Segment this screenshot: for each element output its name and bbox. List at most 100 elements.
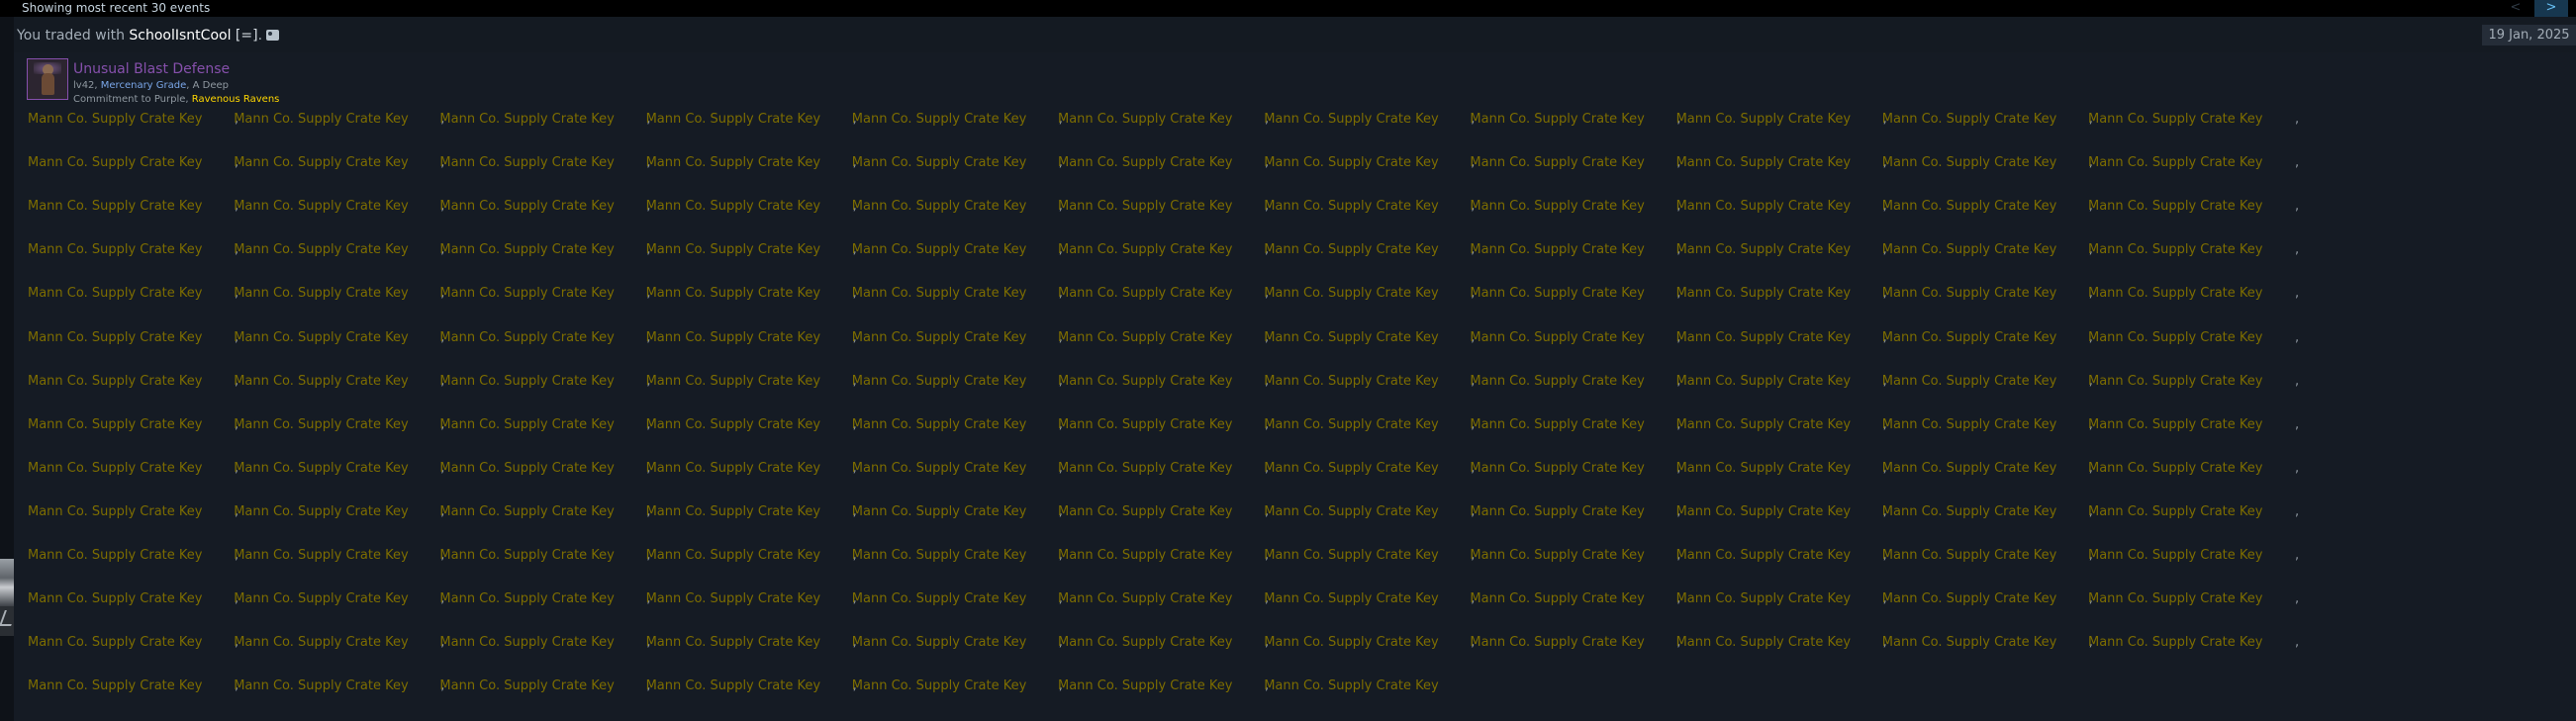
item-link-supply-crate-key[interactable]: Mann Co. Supply Crate Key xyxy=(439,504,614,520)
item-link-supply-crate-key[interactable]: Mann Co. Supply Crate Key xyxy=(1882,461,2056,477)
item-link-supply-crate-key[interactable]: Mann Co. Supply Crate Key xyxy=(2088,374,2262,390)
item-link-supply-crate-key[interactable]: Mann Co. Supply Crate Key xyxy=(852,635,1026,651)
item-link-supply-crate-key[interactable]: Mann Co. Supply Crate Key xyxy=(2088,591,2262,607)
item-link-supply-crate-key[interactable]: Mann Co. Supply Crate Key xyxy=(1882,155,2056,171)
item-link-supply-crate-key[interactable]: Mann Co. Supply Crate Key xyxy=(1882,548,2056,564)
item-link-supply-crate-key[interactable]: Mann Co. Supply Crate Key xyxy=(1676,461,1851,477)
item-link-supply-crate-key[interactable]: Mann Co. Supply Crate Key xyxy=(234,374,408,390)
item-link-supply-crate-key[interactable]: Mann Co. Supply Crate Key xyxy=(2088,155,2262,171)
item-link-supply-crate-key[interactable]: Mann Co. Supply Crate Key xyxy=(1470,242,1644,258)
item-link-supply-crate-key[interactable]: Mann Co. Supply Crate Key xyxy=(1058,461,1232,477)
item-link-supply-crate-key[interactable]: Mann Co. Supply Crate Key xyxy=(234,461,408,477)
item-link-supply-crate-key[interactable]: Mann Co. Supply Crate Key xyxy=(1264,678,1438,694)
item-link-supply-crate-key[interactable]: Mann Co. Supply Crate Key xyxy=(2088,504,2262,520)
item-link-supply-crate-key[interactable]: Mann Co. Supply Crate Key xyxy=(1264,242,1438,258)
item-link-supply-crate-key[interactable]: Mann Co. Supply Crate Key xyxy=(439,461,614,477)
item-link-supply-crate-key[interactable]: Mann Co. Supply Crate Key xyxy=(1882,242,2056,258)
item-link-supply-crate-key[interactable]: Mann Co. Supply Crate Key xyxy=(1058,417,1232,433)
item-name-link[interactable]: Unusual Blast Defense xyxy=(73,61,230,77)
item-link-supply-crate-key[interactable]: Mann Co. Supply Crate Key xyxy=(1676,199,1851,215)
item-link-supply-crate-key[interactable]: Mann Co. Supply Crate Key xyxy=(28,242,202,258)
item-link-supply-crate-key[interactable]: Mann Co. Supply Crate Key xyxy=(1058,678,1232,694)
trade-partner-link[interactable]: SchoolIsntCool xyxy=(129,28,231,44)
item-link-supply-crate-key[interactable]: Mann Co. Supply Crate Key xyxy=(1264,504,1438,520)
item-link-supply-crate-key[interactable]: Mann Co. Supply Crate Key xyxy=(646,286,820,302)
item-link-supply-crate-key[interactable]: Mann Co. Supply Crate Key xyxy=(646,678,820,694)
item-link-supply-crate-key[interactable]: Mann Co. Supply Crate Key xyxy=(852,591,1026,607)
item-link-supply-crate-key[interactable]: Mann Co. Supply Crate Key xyxy=(1676,635,1851,651)
item-link-supply-crate-key[interactable]: Mann Co. Supply Crate Key xyxy=(2088,417,2262,433)
item-link-supply-crate-key[interactable]: Mann Co. Supply Crate Key xyxy=(2088,461,2262,477)
item-link-supply-crate-key[interactable]: Mann Co. Supply Crate Key xyxy=(852,417,1026,433)
item-link-supply-crate-key[interactable]: Mann Co. Supply Crate Key xyxy=(28,199,202,215)
item-link-supply-crate-key[interactable]: Mann Co. Supply Crate Key xyxy=(1882,591,2056,607)
item-link-supply-crate-key[interactable]: Mann Co. Supply Crate Key xyxy=(439,242,614,258)
item-link-supply-crate-key[interactable]: Mann Co. Supply Crate Key xyxy=(234,199,408,215)
item-link-supply-crate-key[interactable]: Mann Co. Supply Crate Key xyxy=(646,330,820,346)
item-link-supply-crate-key[interactable]: Mann Co. Supply Crate Key xyxy=(28,155,202,171)
item-link-supply-crate-key[interactable]: Mann Co. Supply Crate Key xyxy=(1264,374,1438,390)
item-link-supply-crate-key[interactable]: Mann Co. Supply Crate Key xyxy=(1676,417,1851,433)
item-link-supply-crate-key[interactable]: Mann Co. Supply Crate Key xyxy=(1470,417,1644,433)
item-link-supply-crate-key[interactable]: Mann Co. Supply Crate Key xyxy=(28,417,202,433)
item-link-supply-crate-key[interactable]: Mann Co. Supply Crate Key xyxy=(1058,374,1232,390)
item-link-supply-crate-key[interactable]: Mann Co. Supply Crate Key xyxy=(1676,112,1851,128)
item-link-supply-crate-key[interactable]: Mann Co. Supply Crate Key xyxy=(1264,330,1438,346)
item-link-supply-crate-key[interactable]: Mann Co. Supply Crate Key xyxy=(2088,635,2262,651)
item-link-supply-crate-key[interactable]: Mann Co. Supply Crate Key xyxy=(1058,591,1232,607)
item-link-supply-crate-key[interactable]: Mann Co. Supply Crate Key xyxy=(852,504,1026,520)
item-link-supply-crate-key[interactable]: Mann Co. Supply Crate Key xyxy=(1676,330,1851,346)
item-link-supply-crate-key[interactable]: Mann Co. Supply Crate Key xyxy=(234,678,408,694)
item-link-supply-crate-key[interactable]: Mann Co. Supply Crate Key xyxy=(2088,548,2262,564)
item-link-supply-crate-key[interactable]: Mann Co. Supply Crate Key xyxy=(1470,548,1644,564)
item-link-supply-crate-key[interactable]: Mann Co. Supply Crate Key xyxy=(28,374,202,390)
item-link-supply-crate-key[interactable]: Mann Co. Supply Crate Key xyxy=(439,155,614,171)
item-link-supply-crate-key[interactable]: Mann Co. Supply Crate Key xyxy=(28,635,202,651)
item-link-supply-crate-key[interactable]: Mann Co. Supply Crate Key xyxy=(1264,591,1438,607)
item-link-supply-crate-key[interactable]: Mann Co. Supply Crate Key xyxy=(646,374,820,390)
item-link-supply-crate-key[interactable]: Mann Co. Supply Crate Key xyxy=(1264,417,1438,433)
item-link-supply-crate-key[interactable]: Mann Co. Supply Crate Key xyxy=(1470,112,1644,128)
next-page-button[interactable]: > xyxy=(2534,0,2568,17)
item-link-supply-crate-key[interactable]: Mann Co. Supply Crate Key xyxy=(852,242,1026,258)
item-link-supply-crate-key[interactable]: Mann Co. Supply Crate Key xyxy=(234,591,408,607)
item-link-supply-crate-key[interactable]: Mann Co. Supply Crate Key xyxy=(439,591,614,607)
item-link-supply-crate-key[interactable]: Mann Co. Supply Crate Key xyxy=(646,155,820,171)
item-link-supply-crate-key[interactable]: Mann Co. Supply Crate Key xyxy=(234,417,408,433)
item-link-supply-crate-key[interactable]: Mann Co. Supply Crate Key xyxy=(646,635,820,651)
item-link-supply-crate-key[interactable]: Mann Co. Supply Crate Key xyxy=(1676,591,1851,607)
item-link-supply-crate-key[interactable]: Mann Co. Supply Crate Key xyxy=(2088,242,2262,258)
item-link-supply-crate-key[interactable]: Mann Co. Supply Crate Key xyxy=(1470,199,1644,215)
item-link-supply-crate-key[interactable]: Mann Co. Supply Crate Key xyxy=(1882,635,2056,651)
item-link-supply-crate-key[interactable]: Mann Co. Supply Crate Key xyxy=(1470,155,1644,171)
item-link-supply-crate-key[interactable]: Mann Co. Supply Crate Key xyxy=(852,155,1026,171)
item-link-supply-crate-key[interactable]: Mann Co. Supply Crate Key xyxy=(28,504,202,520)
item-link-supply-crate-key[interactable]: Mann Co. Supply Crate Key xyxy=(28,286,202,302)
item-link-supply-crate-key[interactable]: Mann Co. Supply Crate Key xyxy=(1264,199,1438,215)
item-link-supply-crate-key[interactable]: Mann Co. Supply Crate Key xyxy=(28,330,202,346)
item-link-supply-crate-key[interactable]: Mann Co. Supply Crate Key xyxy=(1676,242,1851,258)
item-link-supply-crate-key[interactable]: Mann Co. Supply Crate Key xyxy=(1882,330,2056,346)
item-link-supply-crate-key[interactable]: Mann Co. Supply Crate Key xyxy=(439,417,614,433)
item-link-supply-crate-key[interactable]: Mann Co. Supply Crate Key xyxy=(2088,199,2262,215)
item-link-supply-crate-key[interactable]: Mann Co. Supply Crate Key xyxy=(852,199,1026,215)
item-link-supply-crate-key[interactable]: Mann Co. Supply Crate Key xyxy=(852,374,1026,390)
item-thumbnail[interactable] xyxy=(27,58,68,100)
item-link-supply-crate-key[interactable]: Mann Co. Supply Crate Key xyxy=(234,504,408,520)
item-link-supply-crate-key[interactable]: Mann Co. Supply Crate Key xyxy=(1676,286,1851,302)
item-link-supply-crate-key[interactable]: Mann Co. Supply Crate Key xyxy=(1882,417,2056,433)
item-link-supply-crate-key[interactable]: Mann Co. Supply Crate Key xyxy=(646,199,820,215)
item-link-supply-crate-key[interactable]: Mann Co. Supply Crate Key xyxy=(439,199,614,215)
item-link-supply-crate-key[interactable]: Mann Co. Supply Crate Key xyxy=(852,286,1026,302)
item-link-supply-crate-key[interactable]: Mann Co. Supply Crate Key xyxy=(1058,155,1232,171)
item-link-supply-crate-key[interactable]: Mann Co. Supply Crate Key xyxy=(2088,112,2262,128)
item-link-supply-crate-key[interactable]: Mann Co. Supply Crate Key xyxy=(439,548,614,564)
item-link-supply-crate-key[interactable]: Mann Co. Supply Crate Key xyxy=(28,112,202,128)
item-link-supply-crate-key[interactable]: Mann Co. Supply Crate Key xyxy=(28,548,202,564)
item-link-supply-crate-key[interactable]: Mann Co. Supply Crate Key xyxy=(1882,199,2056,215)
item-link-supply-crate-key[interactable]: Mann Co. Supply Crate Key xyxy=(28,461,202,477)
item-link-supply-crate-key[interactable]: Mann Co. Supply Crate Key xyxy=(1882,112,2056,128)
item-link-supply-crate-key[interactable]: Mann Co. Supply Crate Key xyxy=(1264,548,1438,564)
item-link-supply-crate-key[interactable]: Mann Co. Supply Crate Key xyxy=(646,112,820,128)
item-link-supply-crate-key[interactable]: Mann Co. Supply Crate Key xyxy=(439,286,614,302)
